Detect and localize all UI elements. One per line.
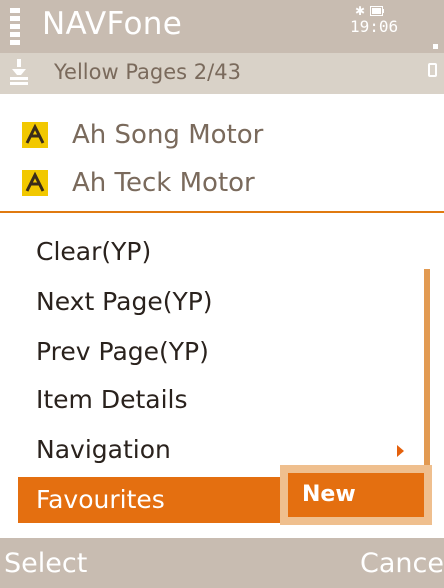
phone-screen: NAVFone ✱ 19:06 Yellow Pages 2/43 Ah Son… xyxy=(0,0,444,588)
clock: 19:06 xyxy=(350,17,399,36)
cancel-softkey[interactable]: Cancel xyxy=(360,544,444,584)
nav-title: Yellow Pages 2/43 xyxy=(54,60,241,84)
menu-item-item-details[interactable]: Item Details xyxy=(18,377,408,423)
bluetooth-icon: ✱ xyxy=(355,4,366,18)
list-item-label: Ah Teck Motor xyxy=(72,168,255,198)
nav-bar: Yellow Pages 2/43 xyxy=(0,53,444,94)
scroll-indicator-icon xyxy=(428,63,437,77)
title-bar: NAVFone ✱ 19:06 xyxy=(0,0,444,53)
select-softkey[interactable]: Select xyxy=(4,544,87,584)
yellow-pages-icon xyxy=(10,59,28,85)
menu-scrollbar[interactable] xyxy=(424,269,430,477)
menu-item-favourites[interactable]: Favourites xyxy=(18,477,280,523)
submenu-arrow-icon xyxy=(397,445,404,457)
list-item-label: Ah Song Motor xyxy=(72,120,264,150)
menu-item-next-page-yp[interactable]: Next Page(YP) xyxy=(18,279,408,325)
menu-item-clear-yp[interactable]: Clear(YP) xyxy=(18,229,408,275)
submenu-item-new[interactable]: New xyxy=(288,473,424,517)
submenu: New xyxy=(280,465,432,525)
signal-strength-icon xyxy=(10,8,20,45)
yellow-pages-icon xyxy=(22,122,48,148)
battery-icon xyxy=(370,6,384,16)
list-item[interactable]: Ah Song Motor xyxy=(0,112,444,160)
app-title: NAVFone xyxy=(42,6,183,42)
status-indicator xyxy=(433,44,438,49)
yellow-pages-icon xyxy=(22,170,48,196)
list-item[interactable]: Ah Teck Motor xyxy=(0,160,444,208)
softkey-bar: Select Cancel xyxy=(0,538,444,588)
menu-item-prev-page-yp[interactable]: Prev Page(YP) xyxy=(18,329,408,375)
